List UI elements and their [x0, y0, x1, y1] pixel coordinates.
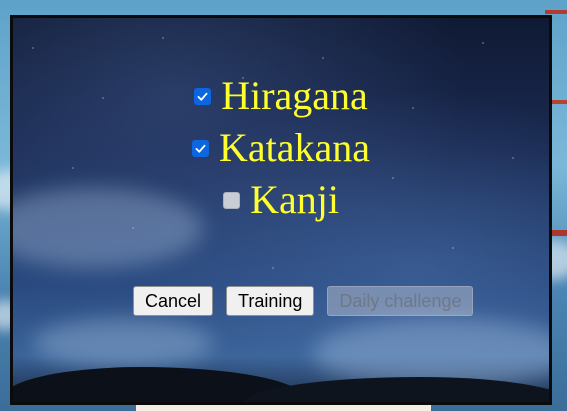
mode-select-dialog: Hiragana Katakana Kanji Cancel Training … [10, 15, 552, 405]
option-katakana[interactable]: Katakana [13, 122, 549, 174]
checkmark-icon [195, 144, 206, 153]
katakana-label: Katakana [218, 125, 370, 170]
cancel-button[interactable]: Cancel [133, 286, 214, 316]
kanji-checkbox[interactable] [223, 191, 241, 209]
script-options: Hiragana Katakana Kanji [13, 70, 549, 226]
training-button[interactable]: Training [226, 286, 315, 316]
checkmark-icon [197, 92, 208, 101]
hiragana-label: Hiragana [221, 73, 368, 118]
background-banner [136, 404, 431, 411]
dialog-actions: Cancel Training Daily challenge [133, 286, 474, 316]
option-hiragana[interactable]: Hiragana [13, 70, 549, 122]
option-kanji[interactable]: Kanji [13, 174, 549, 226]
hiragana-checkbox[interactable] [194, 87, 212, 105]
katakana-checkbox[interactable] [191, 139, 209, 157]
daily-challenge-button[interactable]: Daily challenge [327, 286, 474, 316]
kanji-label: Kanji [250, 177, 339, 222]
